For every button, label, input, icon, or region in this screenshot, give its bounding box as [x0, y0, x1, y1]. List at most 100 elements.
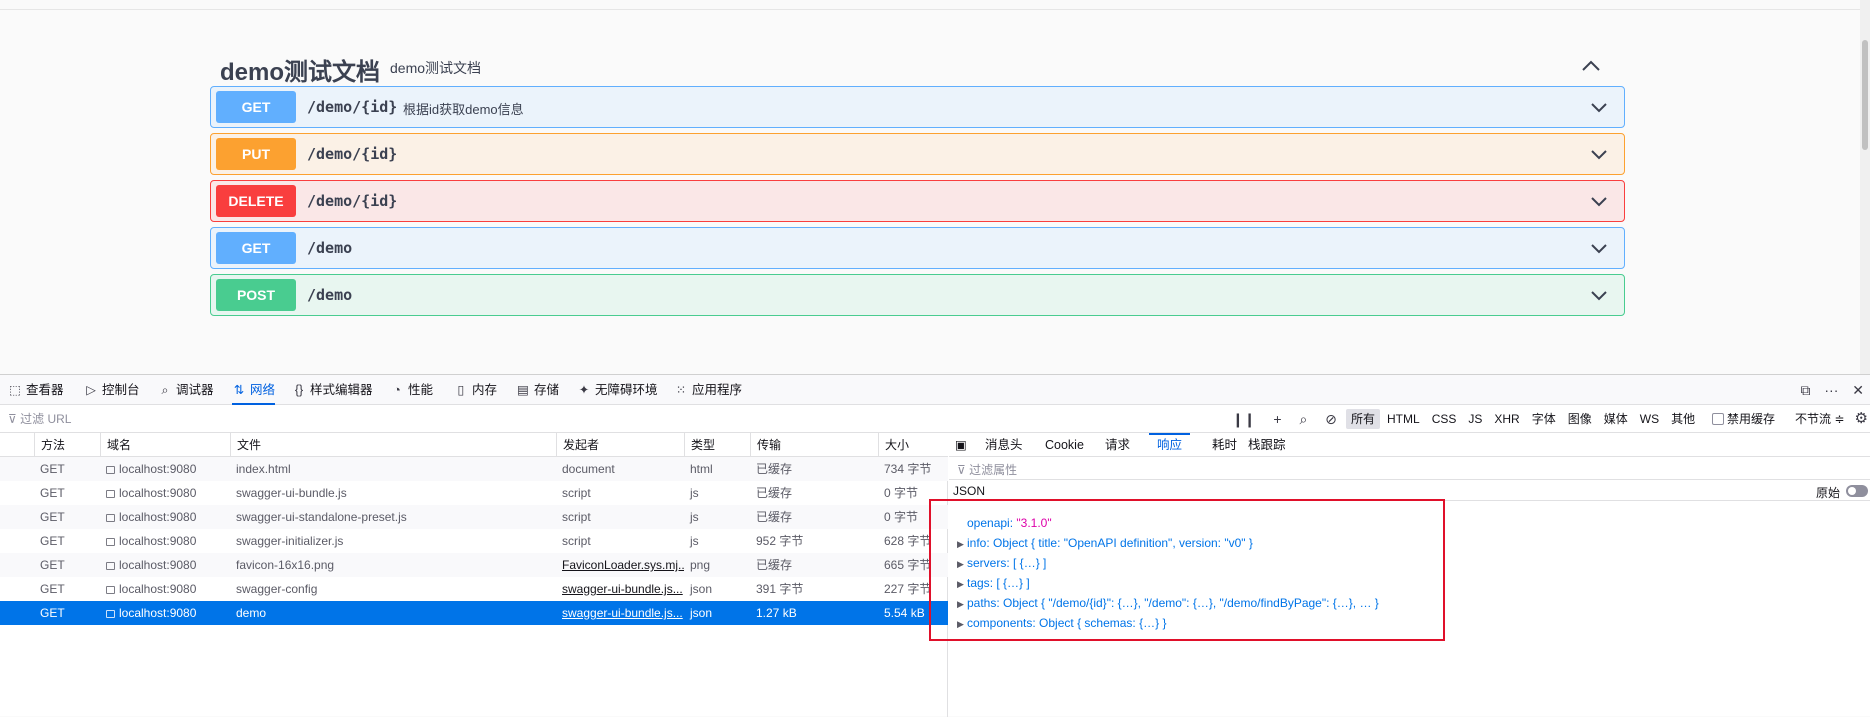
chevron-down-icon[interactable] [1588, 96, 1610, 118]
column-header-1[interactable]: 域名 [100, 433, 230, 457]
toggle-panel-icon[interactable]: ▣ [955, 433, 967, 457]
request-cell-method: GET [34, 553, 100, 577]
chevron-down-icon[interactable] [1588, 237, 1610, 259]
devtools-tab-4[interactable]: {} 样式编辑器 [292, 375, 373, 405]
column-header-6[interactable]: 大小 [878, 433, 948, 457]
request-initiator[interactable]: swagger-ui-bundle.js... [562, 582, 683, 596]
pause-icon[interactable]: ❙❙ [1232, 411, 1255, 427]
response-tab-2[interactable]: 请求 [1105, 433, 1130, 457]
scrollbar-thumb[interactable] [1862, 40, 1868, 150]
operation-post-4[interactable]: POST/demo [210, 274, 1625, 316]
more-options-icon[interactable]: ··· [1824, 382, 1838, 398]
operation-put-1[interactable]: PUT/demo/{id} [210, 133, 1625, 175]
devtools-tab-1[interactable]: ▷ 控制台 [84, 375, 139, 405]
column-header-0[interactable]: 方法 [34, 433, 100, 457]
devtools-tab-6[interactable]: ▯ 内存 [454, 375, 497, 405]
request-cell-domain: localhost:9080 [100, 481, 230, 505]
operation-get-0[interactable]: GET/demo/{id} 根据id获取demo信息 [210, 86, 1625, 128]
request-transfer: 952 字节 [756, 534, 804, 548]
search-icon[interactable]: ⌕ [1299, 411, 1307, 427]
request-initiator[interactable]: FaviconLoader.sys.mj... [562, 558, 684, 572]
disable-cache-checkbox[interactable]: 禁用缓存 [1712, 409, 1775, 429]
network-icon: ⇅ [233, 383, 245, 397]
request-cell-type: js [684, 529, 750, 553]
operation-get-3[interactable]: GET/demo [210, 227, 1625, 269]
request-row[interactable]: GET localhost:9080 swagger-ui-standalone-p… [0, 505, 948, 529]
response-tab-3[interactable]: 响应 [1149, 433, 1191, 457]
request-size: 5.54 kB [884, 606, 925, 620]
type-filter-7[interactable]: 媒体 [1599, 409, 1633, 429]
chevron-down-icon[interactable] [1588, 190, 1610, 212]
request-size: 734 字节 [884, 462, 932, 476]
devtools-tab-0[interactable]: ⬚ 查看器 [8, 375, 63, 405]
request-initiator: script [562, 510, 591, 524]
raw-toggle[interactable] [1846, 485, 1868, 497]
operation-delete-2[interactable]: DELETE/demo/{id} [210, 180, 1625, 222]
type-filter-2[interactable]: CSS [1427, 409, 1462, 429]
request-row[interactable]: GET localhost:9080 swagger-initializer.js s… [0, 529, 948, 553]
response-tab-1[interactable]: Cookie [1045, 433, 1084, 457]
dock-icon[interactable]: ⧉ [1800, 382, 1810, 398]
response-tab-5[interactable]: 栈跟踪 [1248, 433, 1286, 457]
block-icon[interactable]: ⊘ [1325, 411, 1337, 427]
type-filter-0[interactable]: 所有 [1346, 409, 1381, 429]
lock-icon [106, 466, 115, 474]
type-filter-6[interactable]: 图像 [1563, 409, 1597, 429]
swagger-ui: demo测试文档 demo测试文档 GET/demo/{id} 根据id获取dem… [0, 0, 1870, 374]
add-icon[interactable]: + [1273, 411, 1281, 427]
request-size: 665 字节 [884, 558, 932, 572]
request-row[interactable]: GET localhost:9080 favicon-16x16.png Favico… [0, 553, 948, 577]
devtools-tab-2[interactable]: ⌕ 调试器 [158, 375, 213, 405]
close-icon[interactable]: ✕ [1852, 382, 1864, 398]
request-cell-type: js [684, 481, 750, 505]
column-header-2[interactable]: 文件 [230, 433, 556, 457]
storage-icon: ▤ [517, 383, 529, 397]
response-tab-4[interactable]: 耗时 [1212, 433, 1237, 457]
request-row[interactable]: GET localhost:9080 demo swagger-ui-bundle.j… [0, 601, 948, 625]
response-tab-0[interactable]: 消息头 [985, 433, 1023, 457]
gear-icon[interactable]: ⚙ [1855, 409, 1868, 427]
request-row[interactable]: GET localhost:9080 index.html document html 已… [0, 457, 948, 481]
chevron-down-icon[interactable] [1588, 284, 1610, 306]
request-cell-transfer: 已缓存 [750, 553, 878, 577]
type-filter-3[interactable]: JS [1463, 409, 1487, 429]
devtools-tab-8[interactable]: ✦ 无障碍环境 [577, 375, 658, 405]
devtools-tab-5[interactable]: ◔ 性能 [390, 375, 433, 405]
request-file: swagger-config [236, 582, 318, 596]
column-header-4[interactable]: 类型 [684, 433, 750, 457]
request-cell-transfer: 已缓存 [750, 505, 878, 529]
type-filter-8[interactable]: WS [1635, 409, 1664, 429]
request-row[interactable]: GET localhost:9080 swagger-config swagger-u… [0, 577, 948, 601]
filter-properties-input[interactable]: ⊽ 过滤属性 [957, 461, 1017, 478]
request-file: swagger-ui-standalone-preset.js [236, 510, 407, 524]
column-header-3[interactable]: 发起者 [556, 433, 684, 457]
type-filter-5[interactable]: 字体 [1527, 409, 1561, 429]
request-cell-domain: localhost:9080 [100, 601, 230, 625]
type-filter-9[interactable]: 其他 [1666, 409, 1700, 429]
request-cell-method: GET [34, 577, 100, 601]
request-initiator[interactable]: swagger-ui-bundle.js... [562, 606, 683, 620]
checkbox-box[interactable] [1712, 413, 1724, 425]
lock-icon [106, 490, 115, 498]
request-cell-transfer: 已缓存 [750, 457, 878, 481]
type-filter-4[interactable]: XHR [1489, 409, 1524, 429]
request-row[interactable]: GET localhost:9080 swagger-ui-bundle.js scr… [0, 481, 948, 505]
debugger-icon: ⌕ [161, 383, 169, 397]
method-badge: PUT [216, 138, 296, 170]
request-file: favicon-16x16.png [236, 558, 335, 572]
network-tools: ❙❙ + ⌕ ⊘ [1232, 405, 1351, 433]
column-header-5[interactable]: 传输 [750, 433, 878, 457]
method-badge: GET [216, 232, 296, 264]
filter-url-input[interactable]: ⊽ 过滤 URL [8, 410, 1208, 428]
chevron-up-icon[interactable] [1577, 52, 1605, 80]
devtools-tab-9[interactable]: ⁙ 应用程序 [674, 375, 742, 405]
type-filter-1[interactable]: HTML [1382, 409, 1425, 429]
throttle-select[interactable]: 不节流 ≑ [1795, 409, 1844, 429]
chevron-down-icon[interactable] [1588, 143, 1610, 165]
page-scrollbar[interactable] [1860, 0, 1870, 374]
devtools-tab-7[interactable]: ▤ 存储 [516, 375, 559, 405]
devtools-tab-label: 应用程序 [692, 383, 743, 397]
devtools-tab-3[interactable]: ⇅ 网络 [232, 375, 276, 405]
lock-icon [106, 538, 115, 546]
application-icon: ⁙ [675, 383, 687, 397]
